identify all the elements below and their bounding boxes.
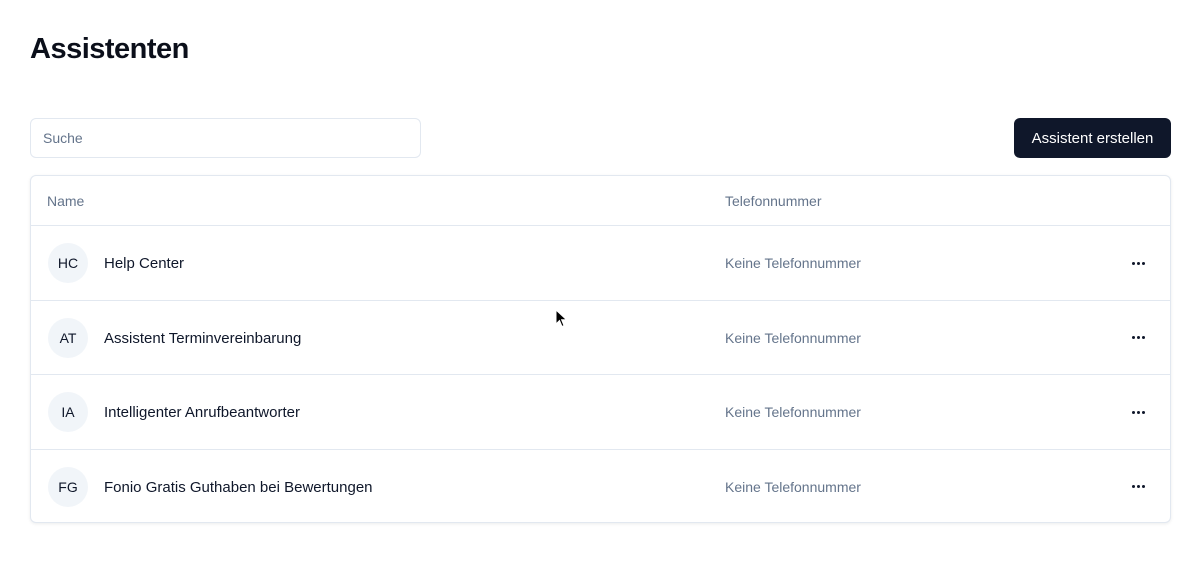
search-input[interactable]	[30, 118, 421, 158]
assistants-page: Assistenten Assistent erstellen Name Tel…	[0, 0, 1200, 563]
assistant-phone: Keine Telefonnummer	[725, 255, 861, 271]
more-horizontal-icon[interactable]	[1126, 326, 1150, 350]
more-horizontal-icon[interactable]	[1126, 251, 1150, 275]
assistant-phone: Keine Telefonnummer	[725, 404, 861, 420]
assistant-phone: Keine Telefonnummer	[725, 329, 861, 346]
table-row[interactable]: IA Intelligenter Anrufbeantworter Keine …	[31, 375, 1170, 450]
assistant-name[interactable]: Assistent Terminvereinbarung	[104, 330, 301, 347]
avatar: AT	[48, 317, 88, 358]
more-horizontal-icon[interactable]	[1126, 475, 1150, 499]
table-header: Name Telefonnummer	[31, 176, 1170, 226]
assistant-name[interactable]: Fonio Gratis Guthaben bei Bewertungen	[104, 479, 373, 496]
create-assistant-button[interactable]: Assistent erstellen	[1014, 118, 1171, 158]
table-row[interactable]: AT Assistent Terminvereinbarung Keine Te…	[31, 301, 1170, 375]
more-horizontal-icon[interactable]	[1126, 400, 1150, 424]
toolbar: Assistent erstellen	[30, 118, 1171, 158]
table-row[interactable]: HC Help Center Keine Telefonnummer	[31, 226, 1170, 301]
column-header-phone[interactable]: Telefonnummer	[725, 193, 822, 209]
table-row[interactable]: FG Fonio Gratis Guthaben bei Bewertungen…	[31, 450, 1170, 523]
assistant-name[interactable]: Help Center	[104, 255, 184, 272]
assistant-name[interactable]: Intelligenter Anrufbeantworter	[104, 404, 300, 421]
assistants-table: Name Telefonnummer HC Help Center Keine …	[30, 175, 1171, 523]
column-header-name[interactable]: Name	[47, 193, 84, 209]
mouse-pointer-icon	[555, 309, 568, 328]
avatar: HC	[48, 243, 88, 283]
avatar: FG	[48, 466, 88, 507]
assistant-phone: Keine Telefonnummer	[725, 478, 861, 495]
avatar: IA	[48, 392, 88, 432]
page-title: Assistenten	[30, 33, 189, 65]
